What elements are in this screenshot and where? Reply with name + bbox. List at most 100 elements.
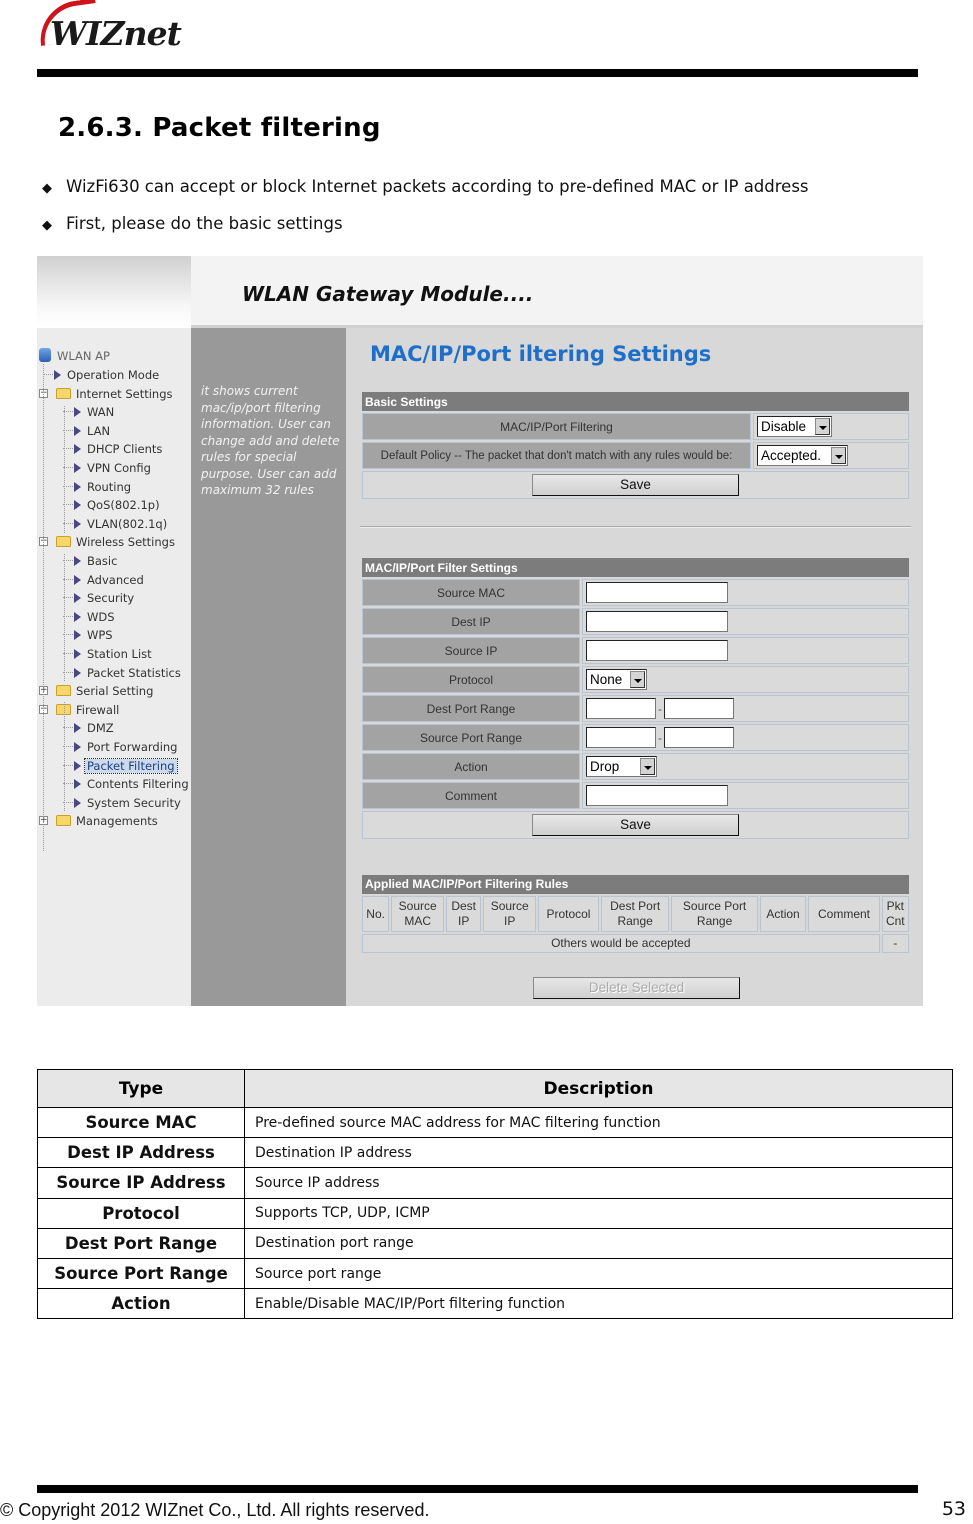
table-row: Dest IP Address Destination IP address (37, 1137, 953, 1169)
tree-guide-line (64, 702, 65, 811)
tree-item[interactable]: Station List (63, 646, 154, 662)
tree-item-label: Firewall (76, 702, 120, 717)
tree-item-label: Serial Setting (76, 684, 154, 699)
page-arrow-icon (74, 407, 81, 418)
default-policy-cell: Accepted. (753, 442, 909, 469)
tree-item[interactable]: + Managements (39, 813, 160, 829)
dest-ip-input[interactable] (586, 611, 728, 632)
dest-port-to-input[interactable] (664, 698, 734, 719)
banner-left (37, 256, 191, 328)
source-port-range-label: Source Port Range (362, 724, 580, 751)
tree-item-label: DHCP Clients (87, 442, 163, 457)
tree-item[interactable]: Security (63, 590, 136, 606)
column-header-line: IP (504, 914, 516, 928)
source-ip-input[interactable] (586, 640, 728, 661)
access-point-icon (39, 348, 51, 362)
tree-item-label: Contents Filtering (87, 777, 189, 792)
tree-item[interactable]: WPS (63, 627, 115, 643)
table-row: Source Port Range Source port range (37, 1257, 953, 1290)
rules-column-headers: No. Source MAC Dest IP Source IP Protocol Dest P… (362, 896, 909, 932)
dropdown-arrow-icon[interactable] (630, 671, 645, 688)
description-cell: Supports TCP, UDP, ICMP (244, 1197, 953, 1229)
table-row: Protocol Supports TCP, UDP, ICMP (37, 1197, 953, 1229)
tree-item[interactable]: VLAN(802.1q) (63, 516, 169, 532)
page-arrow-icon (74, 463, 81, 473)
dest-port-from-input[interactable] (586, 698, 656, 719)
column-header-line: Action (766, 906, 800, 921)
protocol-select[interactable]: None (586, 669, 647, 690)
dropdown-arrow-icon[interactable] (640, 758, 655, 775)
comment-input[interactable] (586, 785, 728, 806)
default-rule-count: - (881, 934, 909, 953)
tree-item[interactable]: Contents Filtering (63, 776, 191, 792)
filter-save-row: Save (362, 811, 909, 839)
banner: WLAN Gateway Module.... (191, 256, 923, 328)
rules-column-header: Protocol (538, 896, 599, 932)
range-separator: - (658, 701, 662, 716)
source-port-to-input[interactable] (664, 727, 734, 748)
tree-guide-line (64, 406, 65, 533)
filter-settings-table: MAC/IP/Port Filter Settings Source MAC D… (360, 556, 911, 841)
tree-item[interactable]: − Firewall (39, 702, 121, 718)
tree-item[interactable]: Port Forwarding (63, 739, 179, 755)
tree-item[interactable]: WDS (63, 609, 117, 625)
tree-item[interactable]: + Serial Setting (39, 683, 155, 699)
dropdown-arrow-icon[interactable] (815, 418, 830, 435)
footer-rule (37, 1485, 918, 1493)
copyright: © Copyright 2012 WIZnet Co., Ltd. All ri… (0, 1500, 430, 1520)
filtering-select[interactable]: Disable (757, 416, 832, 437)
tree-item[interactable]: LAN (63, 423, 112, 439)
page-arrow-icon (74, 797, 81, 808)
description-cell: Source port range (244, 1257, 953, 1290)
help-panel: it shows current mac/ip/port filtering i… (191, 328, 346, 1006)
delete-row: Delete Selected (346, 977, 923, 999)
source-ip-label: Source IP (362, 637, 580, 664)
tree-item[interactable]: Operation Mode (43, 367, 161, 383)
filter-settings-header: MAC/IP/Port Filter Settings (362, 558, 909, 577)
tree-item[interactable]: WAN (63, 404, 116, 420)
tree-item[interactable]: Advanced (63, 572, 146, 588)
tree-item-label: Basic (87, 554, 118, 568)
column-header-line: IP (458, 914, 470, 928)
page-arrow-icon (74, 630, 81, 641)
page-title: MAC/IP/Port iltering Settings (370, 342, 712, 366)
delete-selected-button[interactable]: Delete Selected (533, 977, 740, 999)
filter-save-button[interactable]: Save (532, 814, 739, 836)
column-header-line: Dest (451, 899, 477, 913)
column-header-line: Protocol (546, 906, 591, 921)
tree-item-label: WDS (87, 609, 115, 624)
bullet-text: First, please do the basic settings (66, 214, 343, 233)
tree-item[interactable]: QoS(802.1p) (63, 497, 162, 513)
source-mac-input[interactable] (586, 582, 728, 603)
basic-save-button[interactable]: Save (532, 474, 739, 496)
tree-item[interactable]: Basic (63, 553, 119, 569)
diamond-bullet-icon: ◆ (42, 181, 52, 196)
default-rule-text: Others would be accepted (362, 934, 880, 953)
tree-item[interactable]: − Internet Settings (39, 386, 175, 402)
tree-item[interactable]: DHCP Clients (63, 441, 164, 457)
tree-item[interactable]: System Security (63, 795, 183, 811)
type-cell: Action (37, 1288, 245, 1320)
tree-item[interactable]: DMZ (63, 720, 116, 736)
rules-column-header: No. (362, 896, 390, 932)
tree-item[interactable]: VPN Config (63, 460, 153, 476)
tree-item[interactable]: Packet Filtering (63, 757, 178, 774)
page-arrow-icon (74, 593, 81, 604)
banner-title: WLAN Gateway Module.... (242, 282, 534, 306)
column-header-line: Range (617, 914, 653, 928)
page-arrow-icon (74, 425, 81, 436)
action-select[interactable]: Drop (586, 756, 657, 777)
page-arrow-icon (54, 370, 61, 380)
default-policy-select[interactable]: Accepted. (757, 445, 848, 466)
dropdown-arrow-icon[interactable] (831, 447, 846, 464)
tree-item[interactable]: Packet Statistics (63, 665, 183, 681)
page-arrow-icon (74, 649, 81, 659)
tree-item[interactable]: − Wireless Settings (39, 534, 177, 550)
tree-item-label: DMZ (87, 721, 114, 736)
source-port-from-input[interactable] (586, 727, 656, 748)
tree-guide-line (64, 554, 65, 681)
tree-root[interactable]: WLAN AP (39, 348, 112, 364)
tree-item-label: QoS(802.1p) (87, 498, 160, 513)
tree-item[interactable]: Routing (63, 479, 133, 495)
nav-tree: WLAN AP Operation Mode − Internet Settings… (37, 328, 191, 1006)
